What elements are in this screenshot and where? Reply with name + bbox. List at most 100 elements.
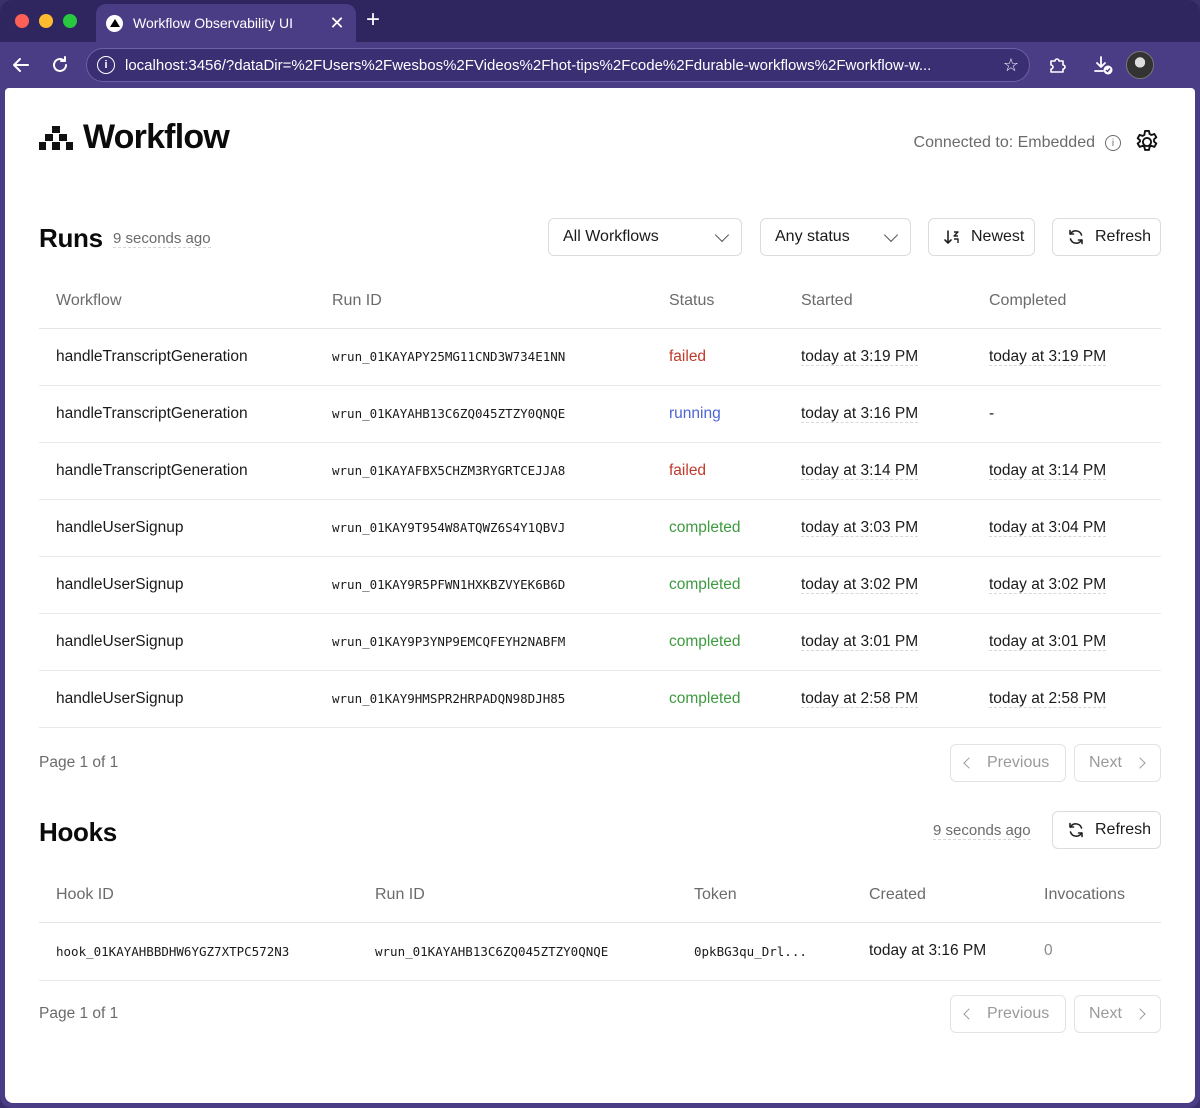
sort-button[interactable]: Newest (928, 218, 1035, 256)
column-header[interactable]: Run ID (358, 868, 677, 923)
started-time-text: today at 2:58 PM (801, 689, 919, 708)
browser-tab[interactable]: Workflow Observability UI ✕ (96, 4, 356, 42)
completed-time-text: today at 3:14 PM (989, 461, 1107, 480)
refresh-icon (1067, 228, 1085, 246)
table-row[interactable]: handleUserSignup wrun_01KAY9T954W8ATQWZ6S… (39, 499, 1161, 557)
completed-time-text: today at 3:02 PM (989, 575, 1107, 594)
hooks-table-header: Hook ID Run ID Token Created Invocations (39, 868, 1161, 923)
column-header[interactable]: Created (852, 868, 1027, 923)
started-time-text: today at 3:01 PM (801, 632, 919, 651)
runs-refresh-button[interactable]: Refresh (1052, 218, 1161, 256)
refresh-label: Refresh (1095, 821, 1152, 838)
sort-label: Newest (971, 228, 1025, 245)
chevron-right-icon (1134, 757, 1146, 769)
hooks-next-button[interactable]: Next (1074, 995, 1161, 1033)
completed-time: today at 3:14 PM (972, 442, 1161, 500)
previous-label: Previous (987, 754, 1050, 771)
column-header[interactable]: Invocations (1027, 868, 1161, 923)
chevron-left-icon (963, 1008, 975, 1020)
status-filter-value: Any status (775, 228, 850, 245)
sort-icon (943, 228, 961, 246)
hook-id: hook_01KAYAHBBDHW6YGZ7XTPC572N3 (39, 922, 358, 981)
workflow-name: handleTranscriptGeneration (39, 328, 315, 386)
hooks-page-info: Page 1 of 1 (39, 1005, 119, 1022)
maximize-window-button[interactable] (63, 14, 77, 28)
column-header[interactable]: Token (677, 868, 852, 923)
status-filter-select[interactable]: Any status (760, 218, 911, 256)
status-badge: completed (652, 499, 784, 557)
run-id: wrun_01KAYAHB13C6ZQ045ZTZY0QNQE (315, 385, 652, 443)
completed-time-text: today at 3:04 PM (989, 518, 1107, 537)
hooks-title: Hooks (39, 817, 117, 847)
token: 0pkBG3qu_Drl... (677, 922, 852, 981)
column-header[interactable]: Status (652, 274, 784, 329)
completed-time: today at 3:19 PM (972, 328, 1161, 386)
runs-title: Runs (39, 223, 103, 253)
status-badge: completed (652, 613, 784, 671)
started-time-text: today at 3:14 PM (801, 461, 919, 480)
created-time: today at 3:16 PM (852, 922, 1027, 981)
status-badge: failed (652, 442, 784, 500)
status-badge: failed (652, 328, 784, 386)
run-id: wrun_01KAY9T954W8ATQWZ6S4Y1QBVJ (315, 499, 652, 557)
status-badge: running (652, 385, 784, 443)
hooks-previous-button[interactable]: Previous (950, 995, 1066, 1033)
started-time: today at 3:01 PM (784, 613, 972, 671)
hooks-updated-time: 9 seconds ago (933, 822, 1031, 840)
table-row[interactable]: handleTranscriptGeneration wrun_01KAYAFBX… (39, 442, 1161, 500)
reload-icon[interactable] (47, 52, 73, 78)
chevron-down-icon (883, 227, 899, 242)
started-time: today at 3:14 PM (784, 442, 972, 500)
star-icon[interactable]: ☆ (1003, 55, 1019, 76)
workflow-name: handleUserSignup (39, 556, 315, 614)
workflow-logo: Workflow (39, 118, 230, 157)
table-row[interactable]: handleTranscriptGeneration wrun_01KAYAHB1… (39, 385, 1161, 443)
tab-close-icon[interactable]: ✕ (328, 13, 346, 34)
back-arrow-icon[interactable] (8, 52, 34, 78)
refresh-label: Refresh (1095, 228, 1152, 245)
column-header[interactable]: Completed (972, 274, 1161, 329)
started-time: today at 3:16 PM (784, 385, 972, 443)
gear-icon[interactable] (1133, 128, 1161, 156)
started-time: today at 3:02 PM (784, 556, 972, 614)
download-icon[interactable] (1090, 52, 1116, 78)
column-header[interactable]: Hook ID (39, 868, 358, 923)
minimize-window-button[interactable] (39, 14, 53, 28)
column-header[interactable]: Workflow (39, 274, 315, 329)
app-title: Workflow (83, 118, 230, 156)
browser-window: Workflow Observability UI ✕ + i localhos… (0, 0, 1200, 1108)
browser-toolbar: i localhost:3456/?dataDir=%2FUsers%2Fwes… (0, 42, 1200, 88)
completed-time: today at 3:02 PM (972, 556, 1161, 614)
new-tab-button[interactable]: + (366, 8, 380, 32)
address-bar[interactable]: i localhost:3456/?dataDir=%2FUsers%2Fwes… (86, 48, 1030, 82)
run-id: wrun_01KAYAFBX5CHZM3RYGRTCEJJA8 (315, 442, 652, 500)
info-icon[interactable]: i (1105, 135, 1121, 151)
run-id: wrun_01KAY9HMSPR2HRPADQN98DJH85 (315, 670, 652, 728)
runs-page-info: Page 1 of 1 (39, 754, 119, 771)
completed-time: today at 3:04 PM (972, 499, 1161, 557)
workflow-filter-select[interactable]: All Workflows (548, 218, 742, 256)
info-icon[interactable]: i (97, 56, 115, 74)
hooks-refresh-button[interactable]: Refresh (1052, 811, 1161, 849)
completed-time-text: today at 3:01 PM (989, 632, 1107, 651)
next-label: Next (1089, 1005, 1122, 1022)
chevron-right-icon (1134, 1008, 1146, 1020)
extensions-icon[interactable] (1044, 52, 1070, 78)
runs-previous-button[interactable]: Previous (950, 744, 1066, 782)
page-content: Workflow Connected to: Embedded i Runs 9… (5, 88, 1195, 1103)
tab-favicon-icon (106, 14, 123, 32)
table-row[interactable]: handleUserSignup wrun_01KAY9R5PFWN1HXKBZV… (39, 556, 1161, 614)
table-row[interactable]: hook_01KAYAHBBDHW6YGZ7XTPC572N3 wrun_01KA… (39, 922, 1161, 981)
runs-next-button[interactable]: Next (1074, 744, 1161, 782)
workflow-logo-icon (39, 125, 73, 150)
profile-avatar[interactable] (1126, 51, 1154, 79)
table-row[interactable]: handleTranscriptGeneration wrun_01KAYAPY2… (39, 328, 1161, 386)
column-header[interactable]: Run ID (315, 274, 652, 329)
table-row[interactable]: handleUserSignup wrun_01KAY9HMSPR2HRPADQN… (39, 670, 1161, 728)
close-window-button[interactable] (15, 14, 29, 28)
connection-label: Connected to: Embedded (913, 134, 1095, 151)
previous-label: Previous (987, 1005, 1050, 1022)
column-header[interactable]: Started (784, 274, 972, 329)
table-row[interactable]: handleUserSignup wrun_01KAY9P3YNP9EMCQFEY… (39, 613, 1161, 671)
completed-time-text: today at 2:58 PM (989, 689, 1107, 708)
